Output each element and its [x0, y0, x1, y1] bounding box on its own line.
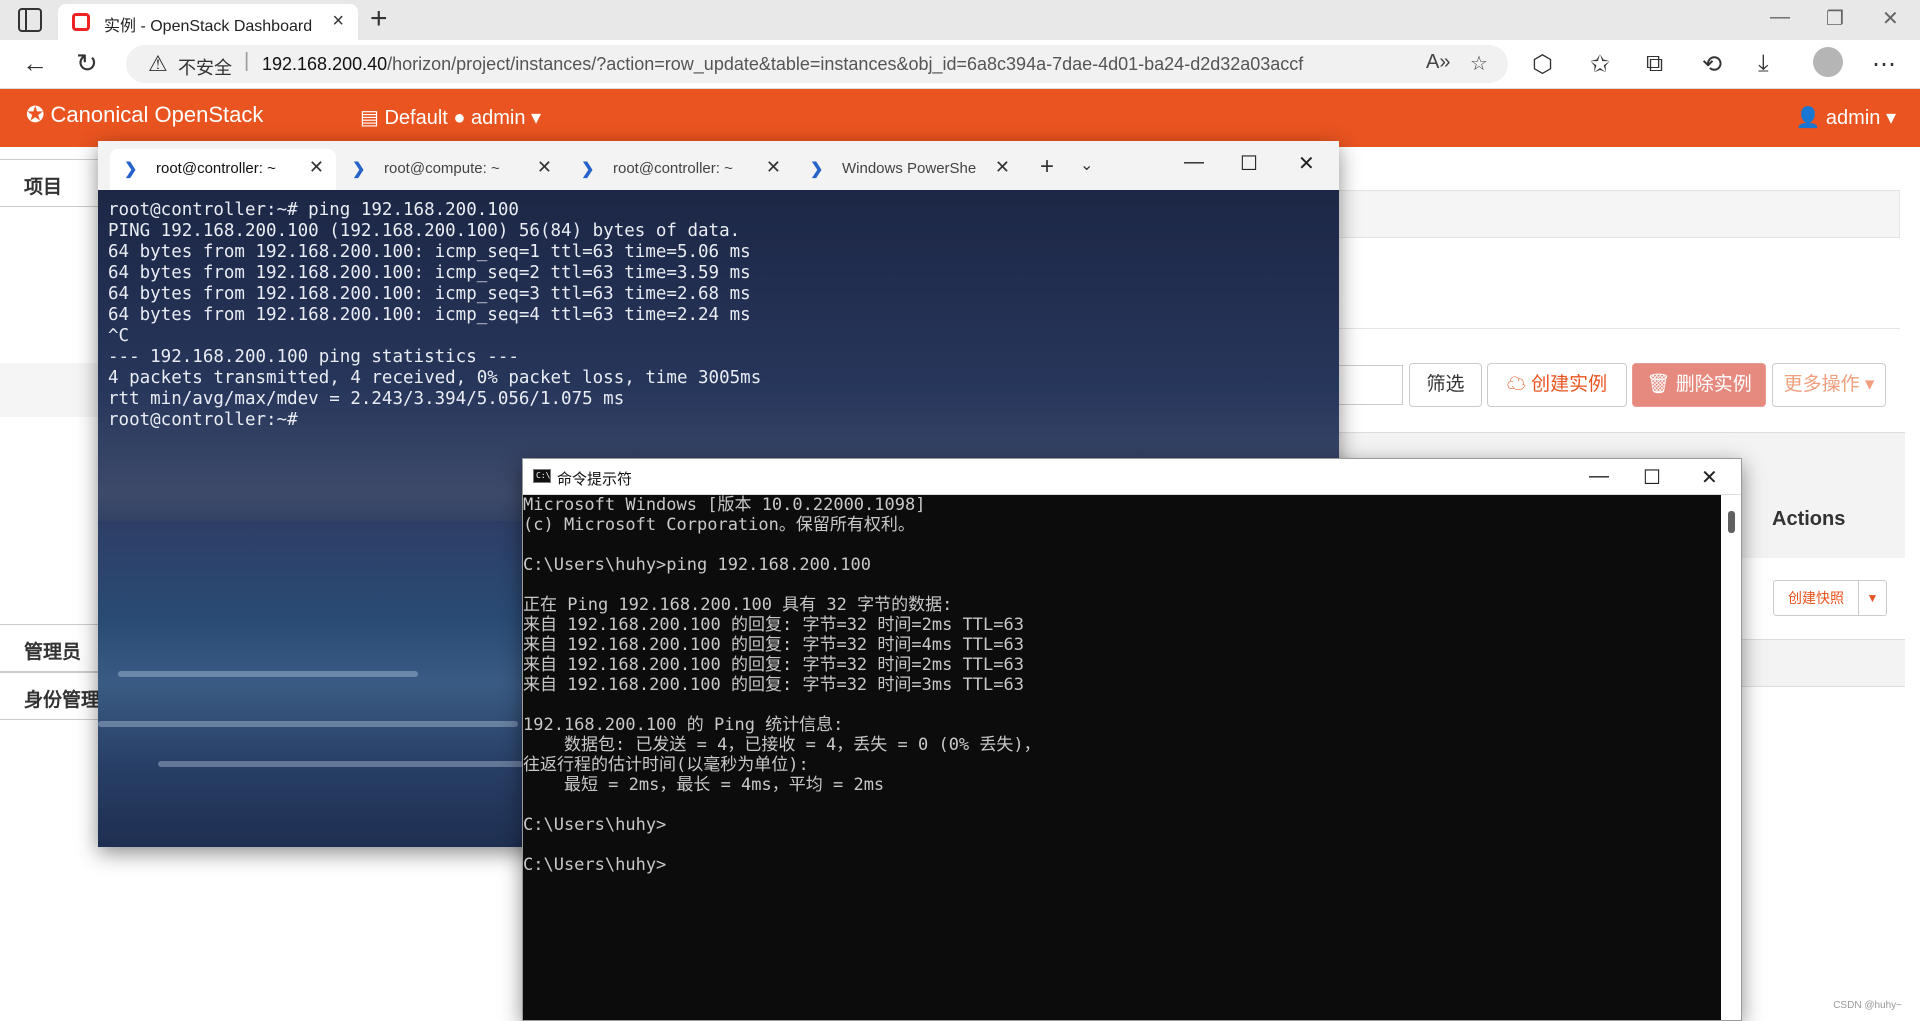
- url-path: /horizon/project/instances/?action=row_u…: [387, 54, 1304, 74]
- read-aloud-icon[interactable]: A»: [1426, 51, 1450, 74]
- close-window-icon[interactable]: ✕: [1298, 151, 1315, 176]
- wave-decoration: [118, 671, 418, 677]
- row-actions-dropdown[interactable]: ▼: [1859, 580, 1887, 616]
- create-snapshot-button[interactable]: 创建快照: [1773, 580, 1859, 616]
- favorites-icon[interactable]: ✩: [1590, 50, 1610, 79]
- add-favorite-icon[interactable]: ☆: [1470, 51, 1488, 76]
- address-toolbar: ← ↻ ⚠ 不安全 | 192.168.200.40/horizon/proje…: [0, 40, 1920, 89]
- openstack-favicon-icon: [72, 13, 90, 31]
- minimize-icon[interactable]: —: [1589, 465, 1609, 488]
- wave-decoration: [158, 761, 538, 767]
- close-tab-icon[interactable]: ×: [332, 10, 344, 33]
- terminal-tab-label: Windows PowerShe: [842, 160, 977, 177]
- powershell-icon: ❯: [124, 161, 138, 178]
- insecure-label[interactable]: 不安全: [178, 54, 232, 80]
- profile-avatar[interactable]: [1813, 47, 1843, 77]
- url-host: 192.168.200.40: [262, 54, 388, 74]
- url-text[interactable]: 192.168.200.40/horizon/project/instances…: [262, 54, 1303, 75]
- more-menu-icon[interactable]: ⋯: [1872, 50, 1896, 79]
- collections-icon[interactable]: ⧉: [1646, 50, 1663, 78]
- watermark: CSDN @huhy~: [1833, 1000, 1902, 1011]
- new-terminal-tab-button[interactable]: +: [1040, 153, 1054, 181]
- close-window-icon[interactable]: ✕: [1882, 6, 1899, 31]
- terminal-tab-label: root@controller: ~: [613, 160, 733, 177]
- extensions-icon[interactable]: ⬡: [1532, 50, 1553, 79]
- project-selector[interactable]: ▤ Default ● admin ▾: [360, 105, 541, 130]
- close-tab-icon[interactable]: ✕: [766, 157, 781, 178]
- browser-tab-title: 实例 - OpenStack Dashboard: [104, 18, 313, 35]
- maximize-icon[interactable]: ☐: [1643, 465, 1661, 490]
- sidebar-active-strip: [0, 363, 110, 417]
- browser-tab[interactable]: 实例 - OpenStack Dashboard ×: [58, 4, 358, 40]
- new-tab-button[interactable]: +: [370, 2, 388, 36]
- powershell-icon: ❯: [810, 161, 824, 178]
- command-prompt-window[interactable]: C:\ 命令提示符 — ☐ ✕ Microsoft Windows [版本 10…: [522, 458, 1742, 1021]
- create-instance-label: 创建实例: [1531, 374, 1608, 395]
- delete-instance-label: 删除实例: [1675, 374, 1752, 395]
- filter-button[interactable]: 筛选: [1409, 363, 1482, 407]
- address-bar[interactable]: ⚠ 不安全 | 192.168.200.40/horizon/project/i…: [126, 45, 1508, 83]
- cmd-scrollbar[interactable]: [1721, 495, 1741, 1020]
- cmd-title-bar: C:\ 命令提示符 — ☐ ✕: [523, 459, 1741, 495]
- terminal-tab-2[interactable]: ❯ root@compute: ~ ✕: [338, 149, 564, 190]
- wave-decoration: [98, 721, 518, 727]
- warning-icon[interactable]: ⚠: [148, 51, 168, 77]
- close-tab-icon[interactable]: ✕: [537, 157, 552, 178]
- terminal-tab-3[interactable]: ❯ root@controller: ~ ✕: [567, 149, 793, 190]
- sidebar-item-identity[interactable]: 身份管理: [0, 672, 110, 720]
- history-icon[interactable]: ⟲: [1702, 50, 1722, 79]
- project-selector-label: Default ● admin ▾: [384, 107, 542, 129]
- cmd-scroll-thumb[interactable]: [1728, 511, 1735, 533]
- close-tab-icon[interactable]: ✕: [309, 157, 324, 178]
- maximize-icon[interactable]: ☐: [1240, 151, 1258, 176]
- cmd-output[interactable]: Microsoft Windows [版本 10.0.22000.1098] (…: [523, 495, 1041, 875]
- user-menu[interactable]: 👤 admin ▾: [1795, 105, 1896, 130]
- downloads-icon[interactable]: ⤓: [1758, 50, 1769, 78]
- powershell-icon: ❯: [352, 161, 366, 178]
- terminal-tab-label: root@compute: ~: [384, 160, 500, 177]
- delete-instance-button[interactable]: 🗑 删除实例: [1632, 363, 1766, 407]
- breadcrumb-bar: [1338, 190, 1900, 238]
- sidebar-item-label: 项目: [24, 177, 63, 198]
- logo-text: Canonical OpenStack: [50, 102, 264, 127]
- openstack-header: ✪ Canonical OpenStack ▤ Default ● admin …: [0, 89, 1920, 147]
- terminal-tab-4[interactable]: ❯ Windows PowerShe ✕: [796, 149, 1022, 190]
- sidebar-item-label: 管理员: [24, 642, 82, 663]
- more-actions-button[interactable]: 更多操作 ▾: [1772, 363, 1886, 407]
- cmd-title: 命令提示符: [557, 471, 633, 488]
- browser-tab-strip: 实例 - OpenStack Dashboard × + — ❐ ✕: [0, 0, 1920, 40]
- create-instance-button[interactable]: ☁ 创建实例: [1487, 363, 1627, 407]
- tab-actions-icon[interactable]: [18, 8, 42, 32]
- page-header-divider: [1338, 328, 1900, 329]
- sidebar-item-admin[interactable]: 管理员: [0, 624, 110, 672]
- terminal-output[interactable]: root@controller:~# ping 192.168.200.100 …: [108, 200, 761, 431]
- minimize-icon[interactable]: —: [1770, 6, 1790, 29]
- actions-column-header: Actions: [1772, 508, 1846, 530]
- minimize-icon[interactable]: —: [1184, 151, 1204, 174]
- back-icon[interactable]: ←: [22, 48, 48, 79]
- sidebar-item-project[interactable]: 项目: [0, 159, 110, 207]
- terminal-tab-bar: ❯ root@controller: ~ ✕ ❯ root@compute: ~…: [98, 141, 1339, 190]
- close-tab-icon[interactable]: ✕: [995, 157, 1010, 178]
- url-separator: |: [244, 50, 250, 72]
- user-menu-label: admin ▾: [1825, 107, 1896, 129]
- powershell-icon: ❯: [581, 161, 595, 178]
- terminal-tab-label: root@controller: ~: [156, 160, 276, 177]
- terminal-tab-1[interactable]: ❯ root@controller: ~ ✕: [110, 149, 336, 190]
- reload-icon[interactable]: ↻: [76, 48, 98, 79]
- close-window-icon[interactable]: ✕: [1701, 465, 1718, 490]
- restore-icon[interactable]: ❐: [1826, 6, 1844, 31]
- cmd-icon: C:\: [533, 469, 551, 483]
- sidebar-item-label: 身份管理: [24, 690, 101, 711]
- terminal-dropdown-icon[interactable]: ⌄: [1080, 155, 1093, 175]
- openstack-logo[interactable]: ✪ Canonical OpenStack: [26, 102, 263, 128]
